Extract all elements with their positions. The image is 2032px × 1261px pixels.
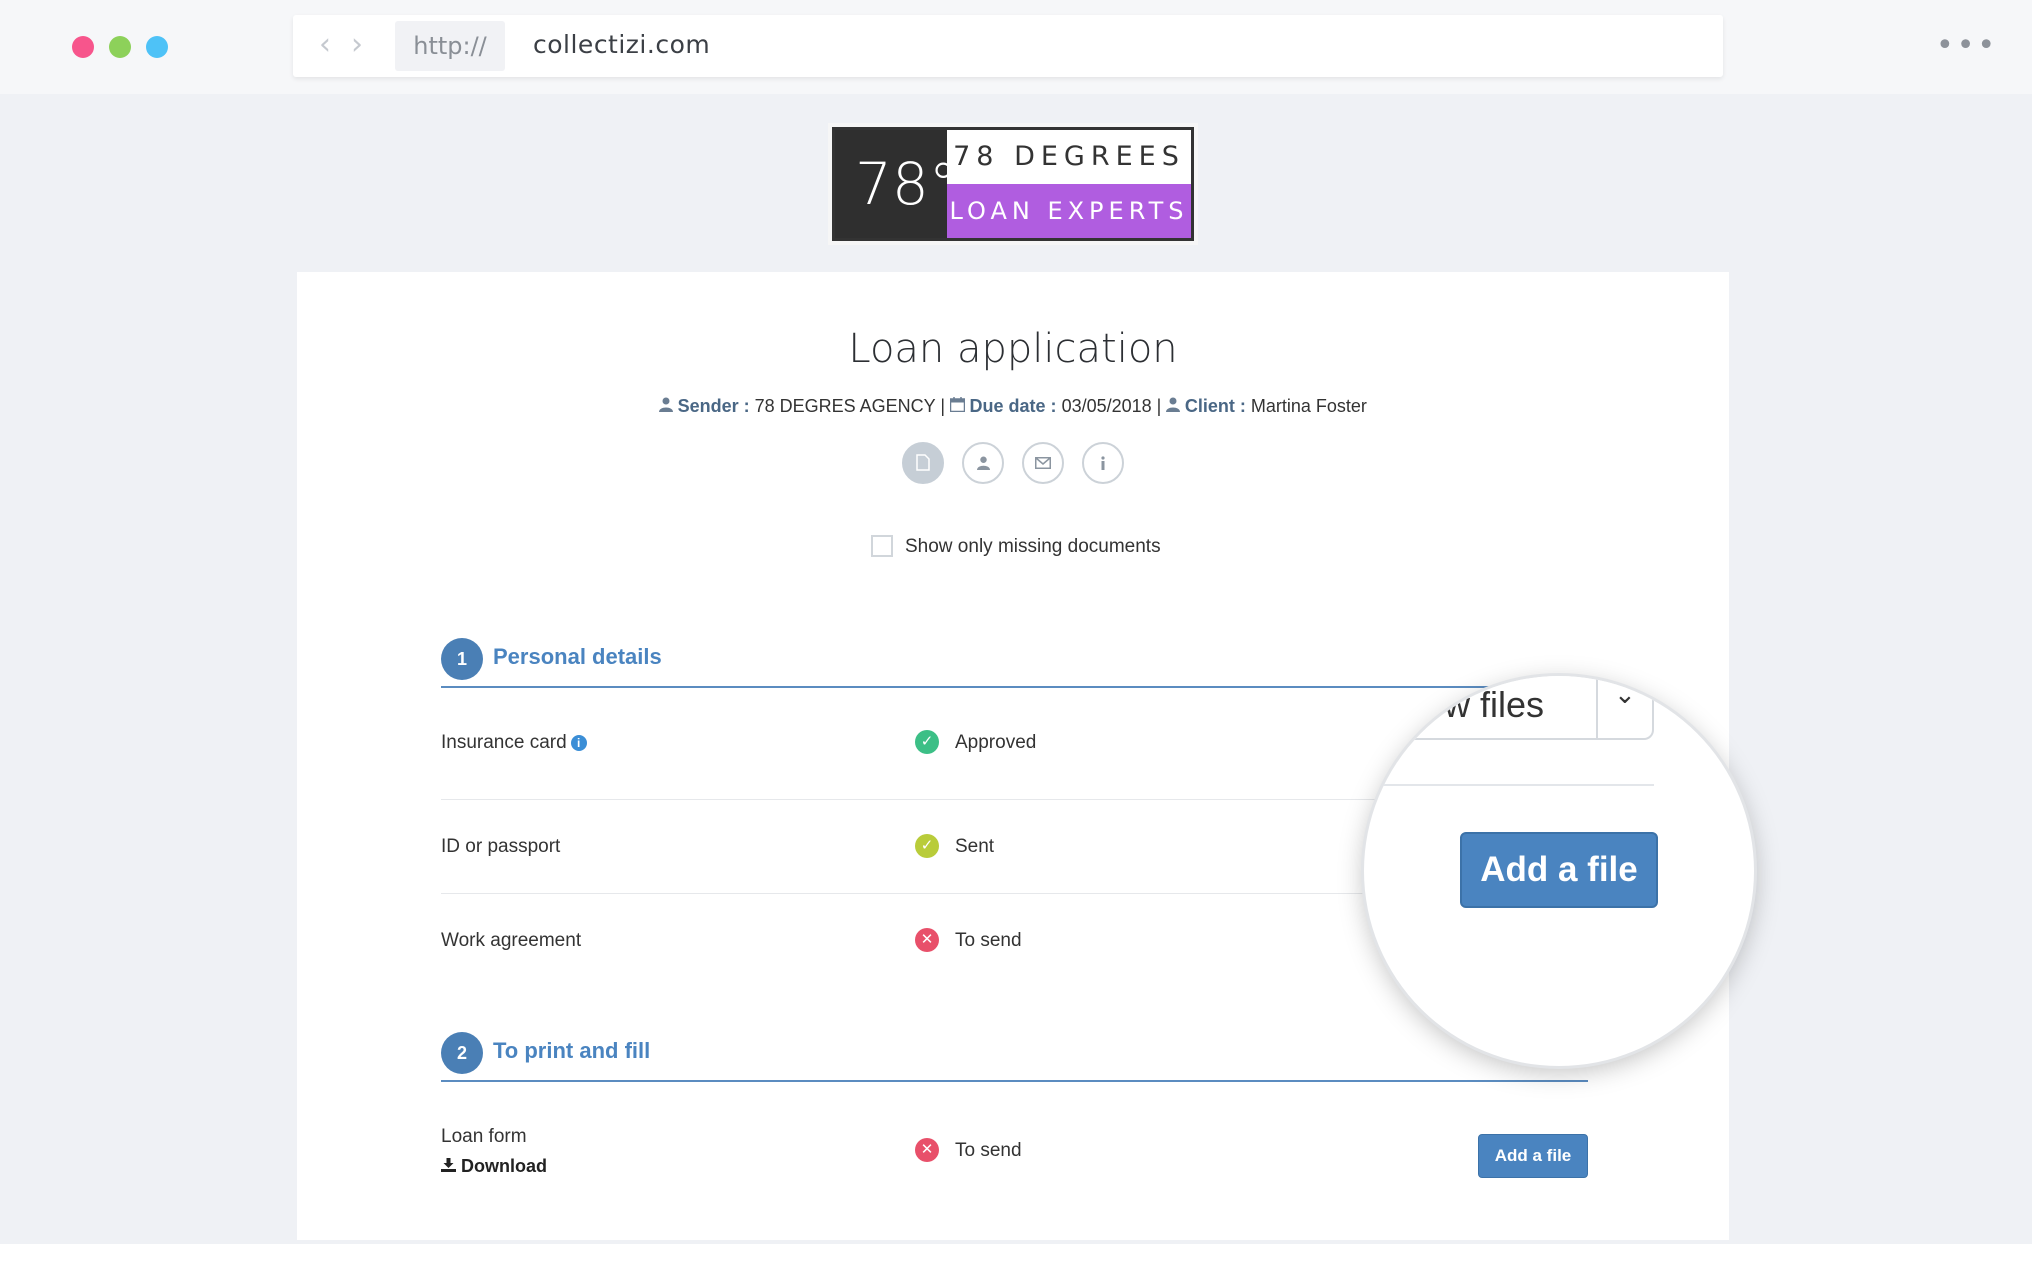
section-number-badge: 1 [441,638,483,680]
url-domain[interactable]: collectizi.com [533,30,710,59]
due-date-label: Due date : [969,396,1057,416]
section-title: To print and fill [493,1038,651,1063]
browser-chrome: ‹ › http:// collectizi.com ••• [0,0,2032,94]
minimize-window-button[interactable] [109,36,131,58]
download-icon [441,1158,456,1172]
x-circle-icon: ✕ [915,928,939,952]
divider [1364,784,1654,786]
user-icon [659,397,677,416]
sender-value: 78 DEGRES AGENCY [754,396,936,416]
document-name: ID or passport [441,836,561,857]
status-text: To send [955,1140,1022,1161]
meta-separator: | [1156,396,1162,416]
status-text: To send [955,930,1022,951]
forward-arrow-icon[interactable]: › [351,29,363,61]
meta-separator: | [940,396,946,416]
user-icon[interactable] [962,442,1004,484]
missing-documents-checkbox[interactable] [871,535,893,557]
download-link[interactable]: Download [441,1156,547,1177]
add-file-button[interactable]: Add a file [1460,832,1658,908]
check-circle-icon: ✓ [915,834,939,858]
view-files-label: ɔw files [1426,684,1545,725]
download-label: Download [461,1156,548,1176]
due-date-value: 03/05/2018 [1061,396,1152,416]
calendar-icon [949,397,969,416]
browser-window: ‹ › http:// collectizi.com ••• 78° 78 DE… [0,0,2032,1244]
url-protocol: http:// [395,21,505,71]
back-arrow-icon[interactable]: ‹ [319,29,331,61]
maximize-window-button[interactable] [146,36,168,58]
x-circle-icon: ✕ [915,1138,939,1162]
check-circle-icon: ✓ [915,730,939,754]
missing-documents-label: Show only missing documents [905,536,1161,557]
company-logo: 78° 78 DEGREES LOAN EXPERTS [832,127,1194,241]
logo-number: 78° [855,150,958,218]
logo-tagline: LOAN EXPERTS [947,184,1191,238]
page-title: Loan application [848,326,1178,372]
user-icon [1166,397,1184,416]
zoom-magnifier: ɔw files ⌄ Add a file [1364,676,1754,1066]
document-row: Loan form Download ✕ To send Add a file [441,1082,1588,1212]
more-menu-icon[interactable]: ••• [1936,28,1998,63]
document-name: Work agreement [441,930,582,951]
document-name: Insurance card i [441,732,587,754]
document-icon[interactable] [902,442,944,484]
section-header: 2 To print and fill [441,1026,1588,1082]
logo-name: 78 DEGREES [947,130,1191,184]
status-text: Approved [955,732,1037,753]
client-value: Martina Foster [1250,396,1367,416]
sender-label: Sender : [677,396,750,416]
envelope-icon[interactable] [1022,442,1064,484]
status-text: Sent [955,836,995,857]
view-files-dropdown[interactable]: ɔw files ⌄ [1364,676,1654,740]
close-window-button[interactable] [72,36,94,58]
document-name-text: Insurance card [441,732,567,753]
section-print-and-fill: 2 To print and fill Loan form Download ✕… [441,1026,1588,1212]
chevron-down-icon[interactable]: ⌄ [1614,680,1636,710]
view-switcher [902,442,1142,486]
client-label: Client : [1184,396,1246,416]
section-title: Personal details [493,644,662,669]
info-icon[interactable]: i [570,734,587,751]
document-name: Loan form [441,1126,527,1147]
dropdown-separator [1596,676,1598,740]
add-file-button[interactable]: Add a file [1478,1134,1588,1178]
section-number-badge: 2 [441,1032,483,1074]
application-meta: Sender : 78 DEGRES AGENCY | Due date : 0… [297,396,1729,417]
address-bar[interactable]: ‹ › http:// collectizi.com [293,15,1723,77]
info-icon[interactable] [1082,442,1124,484]
